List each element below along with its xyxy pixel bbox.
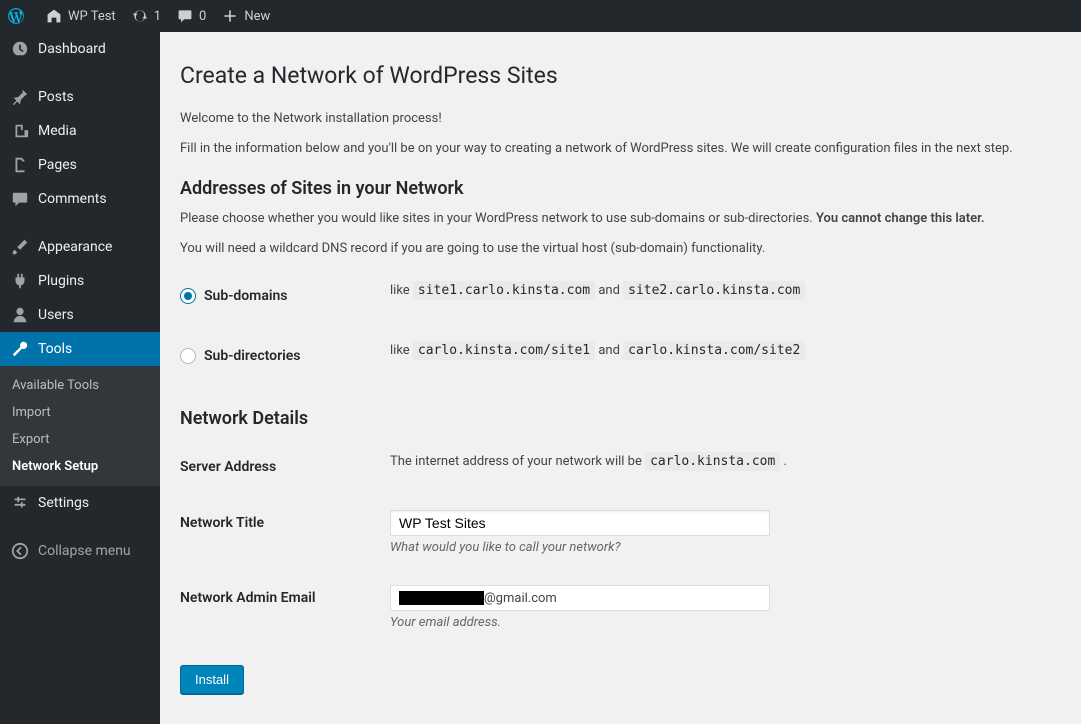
menu-users[interactable]: Users [0, 298, 160, 332]
admin-email-input[interactable]: @gmail.com [390, 585, 770, 611]
server-address-value: The internet address of your network wil… [380, 439, 1061, 495]
main-content: Create a Network of WordPress Sites Welc… [160, 32, 1081, 724]
updates-count: 1 [154, 9, 161, 24]
addresses-heading: Addresses of Sites in your Network [180, 178, 1061, 199]
submenu-network-setup[interactable]: Network Setup [0, 453, 160, 480]
plugin-icon [10, 272, 30, 290]
settings-icon [10, 494, 30, 512]
admin-bar: WP Test 1 0 New [0, 0, 1081, 32]
admin-sidebar: Dashboard Posts Media Pages Comments App… [0, 32, 160, 724]
network-title-description: What would you like to call your network… [390, 540, 1051, 555]
install-button[interactable]: Install [180, 665, 244, 694]
tools-submenu: Available Tools Import Export Network Se… [0, 366, 160, 486]
wp-logo-menu[interactable] [0, 0, 38, 32]
page-title: Create a Network of WordPress Sites [180, 42, 1061, 99]
subdomains-example: like site1.carlo.kinsta.com and site2.ca… [380, 268, 1061, 328]
comments-count: 0 [199, 9, 206, 24]
admin-email-description: Your email address. [390, 615, 1051, 630]
updates-menu[interactable]: 1 [124, 0, 169, 32]
dashboard-icon [10, 40, 30, 58]
brush-icon [10, 238, 30, 256]
page-icon [10, 156, 30, 174]
network-details-heading: Network Details [180, 408, 1061, 429]
subdirectories-option[interactable]: Sub-directories [180, 348, 301, 364]
submenu-import[interactable]: Import [0, 399, 160, 426]
subdomains-option[interactable]: Sub-domains [180, 288, 288, 304]
admin-email-label: Network Admin Email [180, 570, 380, 645]
subdomains-radio[interactable] [180, 288, 196, 304]
plus-icon [222, 8, 238, 24]
tools-icon [10, 340, 30, 358]
welcome-text: Welcome to the Network installation proc… [180, 109, 1061, 129]
menu-settings[interactable]: Settings [0, 486, 160, 520]
menu-posts[interactable]: Posts [0, 80, 160, 114]
addresses-dns-text: You will need a wildcard DNS record if y… [180, 239, 1061, 259]
media-icon [10, 122, 30, 140]
submenu-export[interactable]: Export [0, 426, 160, 453]
menu-pages[interactable]: Pages [0, 148, 160, 182]
site-title: WP Test [68, 9, 116, 24]
new-content-menu[interactable]: New [214, 0, 278, 32]
addresses-choice-text: Please choose whether you would like sit… [180, 209, 1061, 229]
server-address-label: Server Address [180, 439, 380, 495]
network-details-table: Server Address The internet address of y… [180, 439, 1061, 645]
user-icon [10, 306, 30, 324]
subdirectories-example: like carlo.kinsta.com/site1 and carlo.ki… [380, 328, 1061, 388]
network-title-input[interactable] [390, 510, 770, 536]
menu-comments[interactable]: Comments [0, 182, 160, 216]
menu-media[interactable]: Media [0, 114, 160, 148]
comment-icon [177, 8, 193, 24]
comments-menu[interactable]: 0 [169, 0, 214, 32]
pin-icon [10, 88, 30, 106]
redacted-email-prefix [399, 591, 484, 605]
collapse-menu[interactable]: Collapse menu [0, 534, 160, 568]
comments-icon [10, 190, 30, 208]
menu-tools[interactable]: Tools [0, 332, 160, 366]
menu-plugins[interactable]: Plugins [0, 264, 160, 298]
collapse-icon [10, 542, 30, 560]
submenu-available-tools[interactable]: Available Tools [0, 372, 160, 399]
menu-dashboard[interactable]: Dashboard [0, 32, 160, 66]
address-options-table: Sub-domains like site1.carlo.kinsta.com … [180, 268, 1061, 388]
network-title-label: Network Title [180, 495, 380, 570]
intro-text: Fill in the information below and you'll… [180, 139, 1061, 159]
home-icon [46, 8, 62, 24]
wordpress-icon [8, 8, 24, 24]
new-label: New [244, 9, 270, 24]
update-icon [132, 8, 148, 24]
menu-appearance[interactable]: Appearance [0, 230, 160, 264]
subdirectories-radio[interactable] [180, 348, 196, 364]
site-name-menu[interactable]: WP Test [38, 0, 124, 32]
